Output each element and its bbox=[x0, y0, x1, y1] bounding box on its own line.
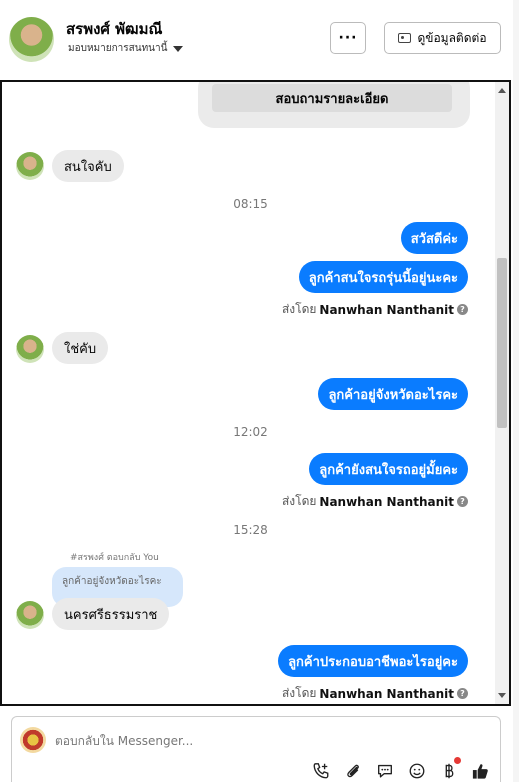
thumbs-up-icon[interactable] bbox=[471, 761, 490, 780]
sent-by-prefix: ส่งโดย bbox=[281, 302, 317, 316]
outgoing-message: ลูกค้าอยู่จังหวัดอะไรคะ bbox=[318, 378, 468, 410]
quick-reply-card: สอบถามรายละเอียด bbox=[198, 82, 470, 128]
sender-avatar bbox=[16, 152, 44, 180]
conversation-header: สรพงศ์ พัฒมณี มอบหมายการสนทนานี้ ··· ดูข… bbox=[0, 0, 519, 80]
more-options-button[interactable]: ··· bbox=[330, 22, 366, 54]
sender-avatar bbox=[16, 601, 44, 629]
timestamp: 15:28 bbox=[233, 523, 268, 537]
help-icon[interactable]: ? bbox=[457, 688, 468, 699]
contact-card-icon bbox=[398, 33, 412, 43]
attachment-icon[interactable] bbox=[343, 761, 362, 780]
outgoing-message: ลูกค้าสนใจรถรุ่นนี้อยู่นะคะ bbox=[298, 261, 468, 293]
incoming-message: นครศรีธรรมราช bbox=[52, 598, 170, 630]
assign-conversation-dropdown[interactable]: มอบหมายการสนทนานี้ bbox=[68, 41, 184, 56]
scroll-up-icon[interactable] bbox=[498, 88, 506, 93]
sent-by-prefix: ส่งโดย bbox=[281, 494, 317, 508]
timestamp: 08:15 bbox=[233, 197, 268, 211]
saved-replies-icon[interactable] bbox=[375, 761, 394, 780]
outgoing-message: ลูกค้าประกอบอาชีพอะไรอยู่คะ bbox=[278, 645, 468, 677]
reply-context-note: #สรพงศ์ ตอบกลับ You bbox=[70, 553, 159, 563]
scroll-thumb[interactable] bbox=[497, 258, 507, 428]
contact-avatar[interactable] bbox=[9, 17, 54, 62]
incoming-message: ใช่คับ bbox=[52, 332, 109, 364]
assign-label: มอบหมายการสนทนานี้ bbox=[68, 43, 168, 54]
sent-by-prefix: ส่งโดย bbox=[281, 686, 317, 700]
sent-by-agent: Nanwhan Nanthanit bbox=[319, 302, 454, 317]
view-contact-button[interactable]: ดูข้อมูลติดต่อ bbox=[384, 22, 501, 54]
window-edge bbox=[513, 0, 519, 782]
outgoing-message: ลูกค้ายังสนใจรถอยู่มั้ยคะ bbox=[309, 453, 468, 485]
sender-avatar bbox=[16, 335, 44, 363]
view-contact-label: ดูข้อมูลติดต่อ bbox=[417, 30, 487, 45]
reply-composer[interactable]: ตอบกลับใน Messenger... bbox=[11, 716, 501, 782]
caret-down-icon bbox=[173, 45, 184, 52]
scroll-down-icon[interactable] bbox=[498, 693, 506, 698]
quick-reply-button[interactable]: สอบถามรายละเอียด bbox=[212, 84, 452, 112]
incoming-message: สนใจคับ bbox=[52, 150, 124, 182]
notification-dot bbox=[454, 757, 461, 764]
outgoing-message: สวัสดีค่ะ bbox=[400, 222, 468, 254]
message-thread[interactable]: สอบถามรายละเอียด สนใจคับ 08:15 สวัสดีค่ะ… bbox=[0, 80, 511, 706]
sent-by-label: ส่งโดย Nanwhan Nanthanit ? bbox=[282, 684, 468, 703]
scrollbar[interactable] bbox=[495, 82, 509, 704]
help-icon[interactable]: ? bbox=[457, 496, 468, 507]
timestamp: 12:02 bbox=[233, 425, 268, 439]
emoji-icon[interactable] bbox=[407, 761, 426, 780]
page-avatar bbox=[20, 727, 46, 753]
call-icon[interactable] bbox=[311, 761, 330, 780]
sent-by-agent: Nanwhan Nanthanit bbox=[319, 494, 454, 509]
reply-input[interactable]: ตอบกลับใน Messenger... bbox=[55, 732, 193, 751]
sent-by-agent: Nanwhan Nanthanit bbox=[319, 686, 454, 701]
sent-by-label: ส่งโดย Nanwhan Nanthanit ? bbox=[282, 300, 468, 319]
contact-name[interactable]: สรพงศ์ พัฒมณี bbox=[66, 17, 162, 41]
more-label: ··· bbox=[338, 30, 358, 46]
quick-reply-label: สอบถามรายละเอียด bbox=[275, 91, 389, 107]
composer-toolbar bbox=[311, 757, 490, 780]
help-icon[interactable]: ? bbox=[457, 304, 468, 315]
payment-icon[interactable] bbox=[439, 757, 461, 780]
sent-by-label: ส่งโดย Nanwhan Nanthanit ? bbox=[282, 492, 468, 511]
